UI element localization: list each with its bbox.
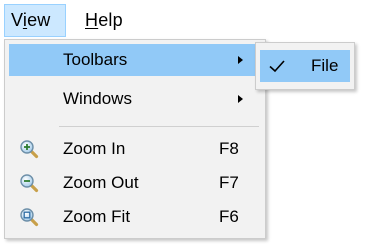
menu-view-label-suffix: ew bbox=[27, 10, 51, 30]
toolbars-submenu: File bbox=[255, 42, 355, 90]
submenu-item-file[interactable]: File bbox=[260, 50, 350, 82]
zoom-out-icon bbox=[19, 173, 39, 193]
menu-item-label: Windows bbox=[63, 89, 132, 108]
menu-view-label-prefix: V bbox=[11, 10, 23, 30]
menu-separator bbox=[59, 126, 259, 127]
menu-item-windows[interactable]: Windows bbox=[9, 83, 261, 115]
submenu-arrow-icon bbox=[238, 95, 243, 103]
menu-view[interactable]: View bbox=[4, 4, 66, 37]
view-dropdown-menu: Toolbars Windows Zoom In F8 Zoom Out F7 … bbox=[4, 39, 266, 239]
menu-bar: View Help bbox=[0, 0, 380, 40]
app-window: View Help Toolbars Windows Zoom In F8 Zo… bbox=[0, 0, 380, 244]
submenu-arrow-icon bbox=[238, 56, 243, 64]
menu-item-label: Zoom Fit bbox=[63, 207, 131, 226]
menu-help[interactable]: Help bbox=[79, 4, 139, 37]
menu-item-label: Toolbars bbox=[63, 50, 128, 69]
submenu-item-label: File bbox=[311, 56, 339, 75]
menu-item-zoom-fit[interactable]: Zoom Fit F6 bbox=[9, 201, 261, 233]
zoom-fit-icon bbox=[19, 207, 39, 227]
menu-item-zoom-out[interactable]: Zoom Out F7 bbox=[9, 167, 261, 199]
menu-item-label: Zoom In bbox=[63, 139, 126, 158]
checkmark-icon bbox=[266, 55, 288, 77]
menu-item-label: Zoom Out bbox=[63, 173, 139, 192]
zoom-in-icon bbox=[19, 139, 39, 159]
shortcut-label: F7 bbox=[219, 173, 239, 192]
menu-item-zoom-in[interactable]: Zoom In F8 bbox=[9, 133, 261, 165]
shortcut-label: F8 bbox=[219, 139, 239, 158]
shortcut-label: F6 bbox=[219, 207, 239, 226]
menu-item-toolbars[interactable]: Toolbars bbox=[9, 44, 261, 76]
menu-help-mnemonic: H bbox=[85, 10, 99, 30]
menu-help-label-suffix: elp bbox=[98, 10, 123, 30]
